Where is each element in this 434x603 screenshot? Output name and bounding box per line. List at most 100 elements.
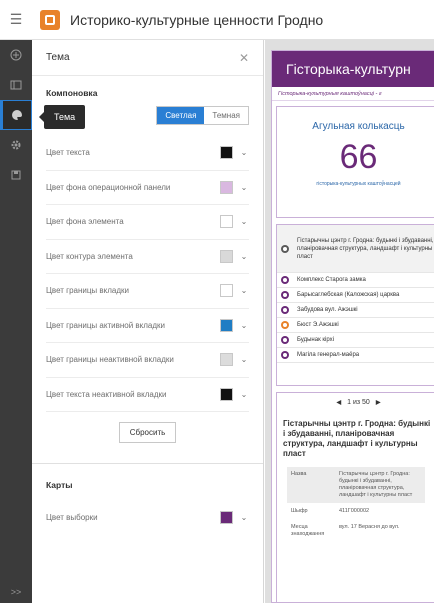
preview-subtitle: Гісторыка-культурныя каштоўнасці - г: [272, 87, 434, 101]
color-row-label: Цвет текста неактивной вкладки: [46, 389, 167, 399]
color-swatch[interactable]: [220, 284, 233, 298]
color-swatch[interactable]: [220, 180, 233, 194]
feature-list: Гістарычны цэнтр г. Гродна: будынкі і зб…: [276, 224, 434, 386]
marker-icon: [281, 336, 289, 344]
color-row-label: Цвет выборки: [46, 512, 98, 522]
color-row[interactable]: Цвет текста неактивной вкладки ⌄: [46, 378, 249, 412]
chevron-down-icon[interactable]: ⌄: [239, 148, 249, 157]
toolbar-item-theme[interactable]: [0, 100, 32, 130]
chevron-down-icon[interactable]: ⌄: [239, 355, 249, 364]
table-row: Назва Гістарычны цэнтр г. Гродна: будынкі…: [287, 467, 425, 504]
color-row[interactable]: Цвет текста ⌄: [46, 136, 249, 171]
chevron-down-icon[interactable]: ⌄: [239, 252, 249, 261]
color-swatch[interactable]: [220, 146, 233, 160]
table-value: вул. 17 Верасня до вул.: [335, 519, 425, 543]
list-item-text: Барысаглебская (Каложская) царква: [297, 292, 400, 298]
chevron-down-icon[interactable]: ⌄: [239, 183, 249, 192]
marker-icon: [281, 351, 289, 359]
table-key: Месца знаходжання: [287, 519, 335, 543]
preview-frame: Гісторыка-культурн Гісторыка-культурныя …: [271, 50, 434, 603]
chevron-down-icon[interactable]: ⌄: [239, 513, 249, 522]
chevron-down-icon[interactable]: ⌄: [239, 321, 249, 330]
mode-dark-button[interactable]: Темная: [204, 107, 248, 124]
color-swatch[interactable]: [220, 318, 233, 332]
panel-title: Тема: [46, 52, 70, 63]
layout-icon: [10, 80, 22, 90]
list-item[interactable]: Барысаглебская (Каложская) царква: [277, 288, 434, 303]
color-row[interactable]: Цвет фона операционной панели ⌄: [46, 171, 249, 205]
save-icon: [11, 170, 21, 180]
color-swatch[interactable]: [220, 510, 233, 524]
color-swatch[interactable]: [220, 215, 233, 229]
table-value: 411Г000002: [335, 503, 425, 520]
color-row[interactable]: Цвет контура элемента ⌄: [46, 240, 249, 274]
mode-light-button[interactable]: Светлая: [157, 107, 205, 124]
preview-title: Гісторыка-культурн: [272, 51, 434, 87]
color-row-label: Цвет границы активной вкладки: [46, 320, 165, 330]
table-row: Месца знаходжання вул. 17 Верасня до вул.: [287, 519, 425, 543]
layout-section: Компоновка Светлая Темная Цвет текста ⌄ Цв…: [32, 76, 263, 535]
count-title: Агульная колькасць: [312, 121, 405, 132]
reset-button[interactable]: Сбросить: [118, 421, 177, 443]
section-divider: [32, 452, 263, 464]
color-swatch[interactable]: [220, 387, 233, 401]
toolbar-item-save[interactable]: [0, 160, 32, 190]
color-swatch[interactable]: [220, 249, 233, 263]
next-page-icon[interactable]: ▶: [376, 400, 381, 406]
toolbar-item-layout[interactable]: [0, 70, 32, 100]
color-row-label: Цвет фона элемента: [46, 217, 124, 227]
list-item[interactable]: Гістарычны цэнтр г. Гродна: будынкі і зб…: [277, 225, 434, 273]
app-preview: Гісторыка-культурн Гісторыка-культурныя …: [265, 40, 434, 603]
marker-icon: [281, 276, 289, 284]
palette-icon: [12, 110, 22, 120]
table-key: Назва: [287, 467, 335, 504]
color-row-selection[interactable]: Цвет выборки ⌄: [46, 500, 249, 535]
marker-icon: [281, 291, 289, 299]
list-item-text: Будынак кірхі: [297, 337, 334, 343]
chevron-down-icon[interactable]: ⌄: [239, 390, 249, 399]
chevron-down-icon[interactable]: ⌄: [239, 286, 249, 295]
count-value: 66: [339, 138, 378, 176]
table-value: Гістарычны цэнтр г. Гродна: будынкі і зб…: [335, 467, 425, 504]
color-settings-list: Цвет текста ⌄ Цвет фона операционной панел…: [46, 136, 249, 412]
table-row: Шыфр 411Г000002: [287, 503, 425, 520]
marker-icon: [281, 244, 289, 253]
section-label-maps: Карты: [46, 480, 73, 490]
expand-icon[interactable]: >>: [0, 587, 32, 597]
list-item[interactable]: Бюст Э.Ажэшкі: [277, 318, 434, 333]
prev-page-icon[interactable]: ◀: [337, 400, 342, 406]
theme-mode-toggle: Светлая Темная: [156, 106, 249, 125]
marker-icon: [281, 321, 289, 329]
reset-wrap: Сбросить: [46, 412, 249, 452]
toolbar-item-add[interactable]: [0, 40, 32, 70]
detail-card: ◀ 1 из 50 ▶ Гістарычны цэнтр г. Гродна: бу…: [276, 392, 434, 603]
list-item[interactable]: Будынак кірхі: [277, 333, 434, 348]
chevron-down-icon[interactable]: ⌄: [239, 217, 249, 226]
count-caption: гісторыка-культурных каштоўнасцей: [316, 181, 401, 187]
color-row-label: Цвет фона операционной панели: [46, 182, 171, 192]
count-card: Агульная колькасць 66 гісторыка-культурн…: [276, 106, 434, 218]
list-item-text: Гістарычны цэнтр г. Гродна: будынкі і зб…: [297, 237, 434, 260]
section-label-layout: Компоновка: [46, 88, 98, 98]
color-row-label: Цвет границы вкладки: [46, 286, 129, 296]
close-icon[interactable]: ✕: [239, 51, 249, 65]
app-logo: [40, 9, 60, 30]
list-item[interactable]: Магіла генерал-маёра: [277, 348, 434, 363]
color-row-label: Цвет границы неактивной вкладки: [46, 355, 174, 365]
list-item-text: Магіла генерал-маёра: [297, 352, 360, 358]
menu-icon[interactable]: ☰: [0, 0, 32, 40]
list-item-text: Комплекс Старога замка: [297, 277, 366, 283]
marker-icon: [281, 306, 289, 314]
color-swatch[interactable]: [220, 353, 233, 367]
list-item[interactable]: Комплекс Старога замка: [277, 273, 434, 288]
toolbar-item-settings[interactable]: [0, 130, 32, 160]
detail-title: Гістарычны цэнтр г. Гродна: будынкі і зб…: [283, 419, 431, 458]
list-item[interactable]: Забудова вул. Ажэшкі: [277, 303, 434, 318]
color-row[interactable]: Цвет границы вкладки ⌄: [46, 274, 249, 309]
color-row[interactable]: Цвет фона элемента ⌄: [46, 205, 249, 240]
pager: ◀ 1 из 50 ▶: [277, 393, 434, 413]
gear-icon: [11, 140, 21, 150]
color-row[interactable]: Цвет границы активной вкладки ⌄: [46, 309, 249, 343]
color-row[interactable]: Цвет границы неактивной вкладки ⌄: [46, 343, 249, 378]
app-header: ☰ Историко-культурные ценности Гродно: [0, 0, 434, 40]
